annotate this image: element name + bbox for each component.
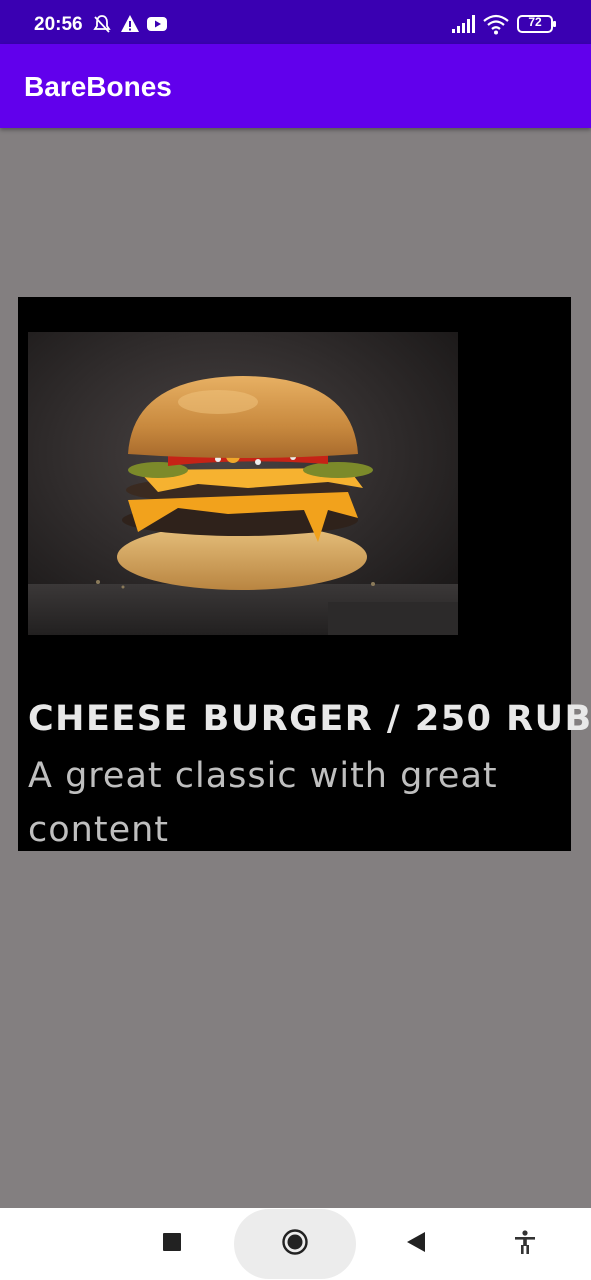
recents-button[interactable]	[142, 1208, 202, 1280]
back-triangle-icon	[406, 1231, 426, 1258]
cheeseburger-photo	[28, 332, 458, 635]
signal-icon	[451, 14, 475, 39]
circle-icon	[282, 1228, 308, 1260]
home-button[interactable]	[264, 1208, 326, 1280]
back-button[interactable]	[386, 1208, 446, 1280]
status-bar: 20:56 72	[0, 0, 591, 44]
battery-level: 72	[528, 15, 542, 29]
accessibility-icon	[514, 1229, 536, 1259]
status-time: 20:56	[34, 14, 83, 35]
product-card[interactable]: CHEESE BURGER / 250 RUB A great classic …	[18, 297, 591, 851]
square-icon	[163, 1232, 181, 1256]
navigation-bar	[0, 1208, 591, 1280]
notifications-off-icon	[92, 14, 112, 39]
accessibility-button[interactable]	[495, 1208, 555, 1280]
warning-icon	[120, 14, 140, 39]
app-bar: BareBones	[0, 44, 591, 128]
app-title: BareBones	[24, 71, 172, 102]
product-description: A great classic with great content	[28, 756, 498, 850]
battery-icon: 72	[517, 14, 557, 39]
wifi-icon	[483, 14, 509, 41]
youtube-icon	[146, 14, 168, 39]
product-title: CHEESE BURGER / 250 RUB	[28, 699, 591, 739]
